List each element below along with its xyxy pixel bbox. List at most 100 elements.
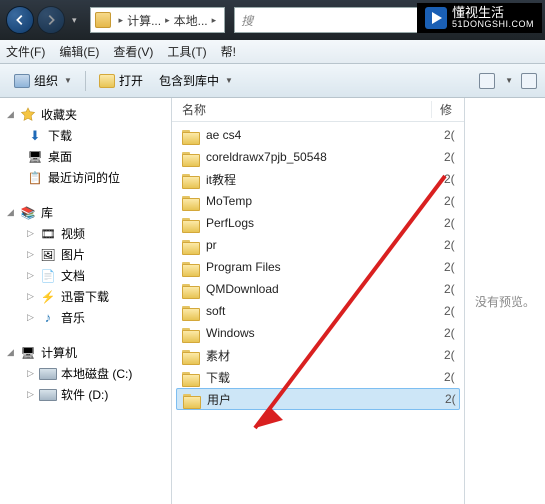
file-date: 2( [444,282,455,296]
toolbar: 组织 ▼ 打开 包含到库中 ▼ ▼ [0,64,545,98]
file-name: Windows [206,326,444,340]
chevron-down-icon: ▼ [64,76,72,85]
document-icon [39,268,57,284]
collapse-icon[interactable]: ◢ [6,208,15,217]
file-date: 2( [444,238,455,252]
file-date: 2( [444,150,455,164]
table-row[interactable]: 下载2( [172,366,464,388]
menu-edit[interactable]: 编辑(E) [59,43,99,60]
drive-icon [95,12,111,28]
sidebar-favorites[interactable]: ◢ 收藏夹 [2,104,169,125]
collapse-icon[interactable]: ◢ [6,110,15,119]
file-date: 2( [444,194,455,208]
expand-icon[interactable]: ▷ [26,271,35,280]
folder-icon [182,194,200,209]
file-date: 2( [444,216,455,230]
music-icon [39,310,57,326]
breadcrumb-seg1[interactable]: 计算... [127,12,161,29]
col-name[interactable]: 名称 [172,101,432,118]
watermark-title: 懂视生活 [452,6,534,20]
breadcrumb[interactable]: ▸ 计算... ▸ 本地... ▸ [90,7,226,33]
col-modified[interactable]: 修 [432,101,464,118]
menu-bar: 文件(F) 编辑(E) 查看(V) 工具(T) 帮! [0,40,545,64]
folder-icon [182,282,200,297]
file-name: 用户 [207,391,445,408]
sidebar-libraries[interactable]: ◢ 库 [2,202,169,223]
table-row[interactable]: Program Files2( [172,256,464,278]
file-pane: 名称 修 ae cs42(coreldrawx7pjb_505482(it教程2… [172,98,545,504]
expand-icon[interactable]: ▷ [26,369,35,378]
file-name: 下载 [206,369,444,386]
file-name: it教程 [206,171,444,188]
folder-icon [182,370,200,385]
folder-icon [182,260,200,275]
table-row[interactable]: 用户2( [176,388,460,410]
open-icon [99,74,115,88]
menu-view[interactable]: 查看(V) [113,43,153,60]
table-row[interactable]: QMDownload2( [172,278,464,300]
preview-pane-icon[interactable] [521,73,537,89]
sidebar-computer[interactable]: ◢ 计算机 [2,342,169,363]
expand-icon[interactable]: ▷ [26,250,35,259]
table-row[interactable]: 素材2( [172,344,464,366]
expand-icon[interactable]: ▷ [26,229,35,238]
table-row[interactable]: ae cs42( [172,124,464,146]
chevron-down-icon: ▼ [225,76,233,85]
organize-button[interactable]: 组织 ▼ [8,69,78,92]
file-date: 2( [444,172,455,186]
back-button[interactable] [6,6,34,34]
history-dropdown-icon[interactable]: ▾ [72,15,77,26]
sidebar-documents[interactable]: ▷ 文档 [2,265,169,286]
view-options-icon[interactable] [479,73,495,89]
menu-help[interactable]: 帮! [221,43,236,60]
play-icon [425,7,447,29]
table-row[interactable]: pr2( [172,234,464,256]
sidebar-thunder[interactable]: ▷ 迅雷下载 [2,286,169,307]
file-name: QMDownload [206,282,444,296]
sidebar-videos[interactable]: ▷ 视频 [2,223,169,244]
file-name: MoTemp [206,194,444,208]
table-row[interactable]: Windows2( [172,322,464,344]
forward-button[interactable] [37,6,65,34]
folder-icon [182,128,200,143]
sidebar-pictures[interactable]: ▷ 图片 [2,244,169,265]
file-name: 素材 [206,347,444,364]
open-button[interactable]: 打开 [93,69,149,92]
include-button[interactable]: 包含到库中 ▼ [153,69,239,92]
folder-icon [183,392,201,407]
sidebar-downloads[interactable]: 下载 [2,125,169,146]
main-area: ◢ 收藏夹 下载 桌面 最近访问的位 ◢ 库 ▷ 视频 ▷ [0,98,545,504]
table-row[interactable]: PerfLogs2( [172,212,464,234]
watermark: 懂视生活 51DONGSHI.COM [417,3,542,33]
folder-icon [182,304,200,319]
file-date: 2( [445,392,456,406]
expand-icon[interactable]: ▷ [26,292,35,301]
file-name: ae cs4 [206,128,444,142]
table-row[interactable]: it教程2( [172,168,464,190]
chevron-down-icon[interactable]: ▼ [505,76,513,85]
file-date: 2( [444,326,455,340]
file-date: 2( [444,348,455,362]
recent-icon [26,170,44,186]
column-header: 名称 修 [172,98,464,122]
sidebar-drive-c[interactable]: ▷ 本地磁盘 (C:) [2,363,169,384]
table-row[interactable]: MoTemp2( [172,190,464,212]
expand-icon[interactable]: ▷ [26,390,35,399]
breadcrumb-seg2[interactable]: 本地... [174,12,208,29]
menu-file[interactable]: 文件(F) [6,43,45,60]
computer-icon [19,345,37,361]
sidebar-recent[interactable]: 最近访问的位 [2,167,169,188]
table-row[interactable]: soft2( [172,300,464,322]
hdd-icon [39,389,57,401]
table-row[interactable]: coreldrawx7pjb_505482( [172,146,464,168]
collapse-icon[interactable]: ◢ [6,348,15,357]
expand-icon[interactable]: ▷ [26,313,35,322]
separator [85,71,86,91]
sidebar-music[interactable]: ▷ 音乐 [2,307,169,328]
sidebar-drive-d[interactable]: ▷ 软件 (D:) [2,384,169,405]
folder-icon [182,326,200,341]
folder-icon [182,216,200,231]
menu-tools[interactable]: 工具(T) [167,43,206,60]
sidebar-desktop[interactable]: 桌面 [2,146,169,167]
desktop-icon [26,149,44,165]
